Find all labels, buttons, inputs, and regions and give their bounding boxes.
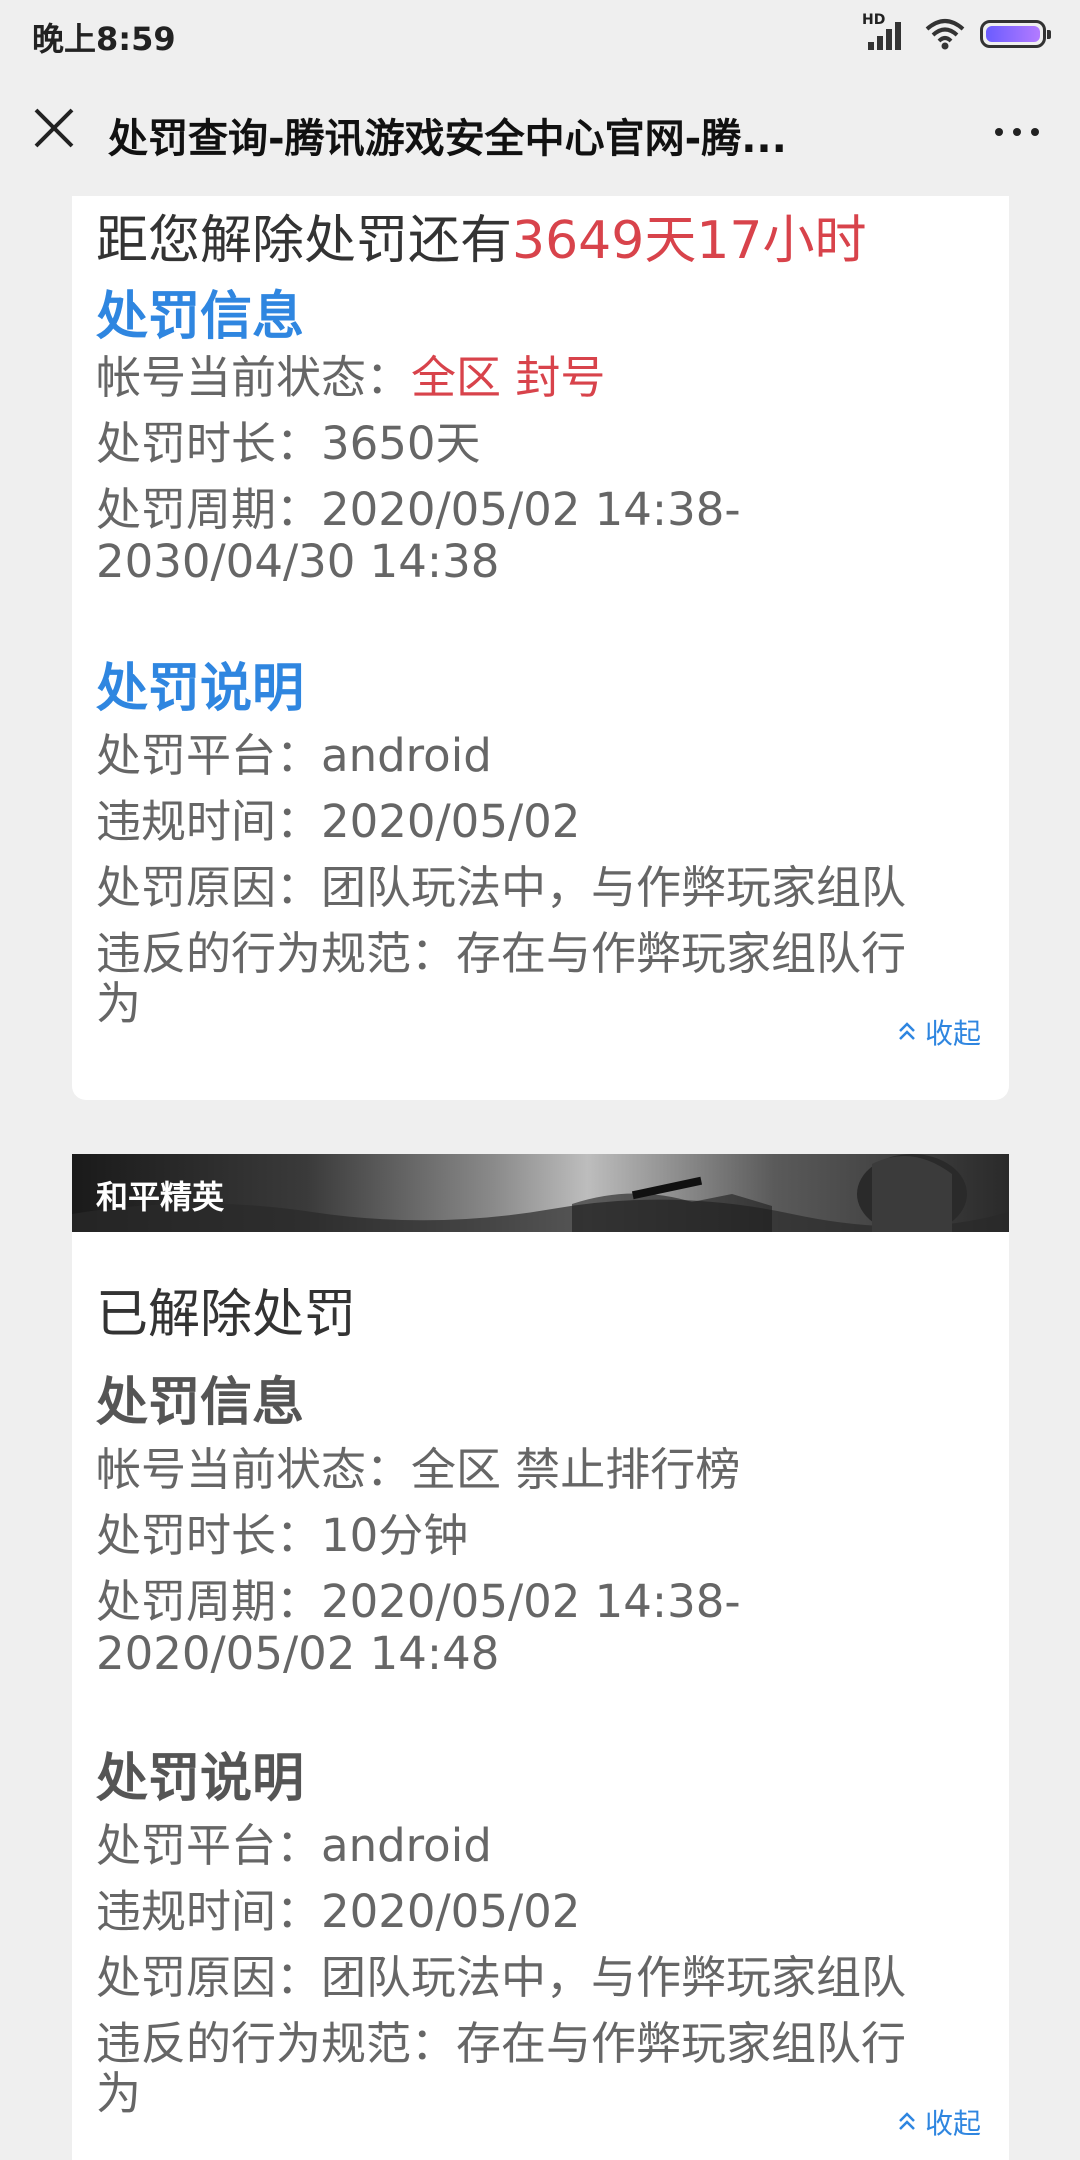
violated-rule: 违反的行为规范：存在与作弊玩家组队行 [96, 2017, 907, 2070]
collapse-button[interactable]: 收起 [897, 2102, 981, 2142]
game-name: 和平精英 [96, 1178, 225, 1216]
violated-rule-cont: 为 [96, 977, 142, 1030]
penalty-period: 处罚周期：2020/05/02 14:38- [96, 483, 741, 536]
remaining-time-value: 3649天17小时 [512, 211, 867, 271]
penalty-duration: 处罚时长：10分钟 [96, 1509, 469, 1562]
wifi-icon [924, 17, 966, 51]
collapse-label: 收起 [924, 2107, 981, 2140]
network-type: HD [862, 12, 886, 28]
penalty-desc-title: 处罚说明 [96, 1749, 305, 1809]
status-time: 晚上8:59 [32, 20, 176, 58]
penalty-reason: 处罚原因：团队玩法中，与作弊玩家组队 [96, 1951, 907, 2004]
penalty-period: 处罚周期：2020/05/02 14:38- [96, 1575, 741, 1628]
account-status-value: 全区 封号 [411, 351, 606, 404]
status-bar: 晚上8:59 HD [0, 0, 1080, 68]
collapse-button[interactable]: 收起 [897, 1012, 981, 1052]
chevron-up-icon [899, 2112, 915, 2130]
penalty-info-title: 处罚信息 [96, 1373, 305, 1433]
battery-icon [980, 20, 1051, 48]
violated-rule: 违反的行为规范：存在与作弊玩家组队行 [96, 927, 907, 980]
penalty-card-active: 距您解除处罚还有3649天17小时 处罚信息 帐号当前状态：全区 封号 处罚时长… [72, 196, 1009, 1100]
more-icon [995, 128, 1003, 136]
penalty-state: 已解除处罚 [96, 1285, 357, 1345]
status-icons: HD [862, 12, 1051, 54]
collapse-label: 收起 [924, 1017, 981, 1050]
penalty-period-end: 2020/05/02 14:48 [96, 1627, 500, 1680]
violation-time: 违规时间：2020/05/02 [96, 795, 581, 848]
violated-rule-cont: 为 [96, 2067, 142, 2120]
penalty-platform: 处罚平台：android [96, 1819, 492, 1872]
penalty-period-end: 2030/04/30 14:38 [96, 535, 500, 588]
penalty-reason: 处罚原因：团队玩法中，与作弊玩家组队 [96, 861, 907, 914]
close-icon [34, 108, 74, 148]
account-status: 帐号当前状态：全区 禁止排行榜 [96, 1443, 741, 1496]
penalty-card-lifted: 和平精英 已解除处罚 处罚信息 帐号当前状态：全区 禁止排行榜 处罚时长：10分… [72, 1154, 1009, 2160]
penalty-desc-title: 处罚说明 [96, 659, 305, 719]
chevron-up-icon [899, 1022, 915, 1040]
signal-icon: HD [862, 12, 910, 52]
violation-time: 违规时间：2020/05/02 [96, 1885, 581, 1938]
penalty-info-title: 处罚信息 [96, 287, 305, 347]
game-banner: 和平精英 [72, 1154, 1009, 1232]
nav-bar: 处罚查询-腾讯游戏安全中心官网-腾... [0, 68, 1080, 196]
more-button[interactable] [982, 104, 1052, 160]
remaining-time: 距您解除处罚还有3649天17小时 [96, 211, 867, 271]
content-scroll-area[interactable]: 距您解除处罚还有3649天17小时 处罚信息 帐号当前状态：全区 封号 处罚时长… [0, 196, 1080, 2160]
account-status: 帐号当前状态：全区 封号 [96, 351, 606, 404]
close-button[interactable] [24, 98, 84, 158]
penalty-duration: 处罚时长：3650天 [96, 417, 481, 470]
page-title: 处罚查询-腾讯游戏安全中心官网-腾... [108, 116, 787, 162]
penalty-platform: 处罚平台：android [96, 729, 492, 782]
